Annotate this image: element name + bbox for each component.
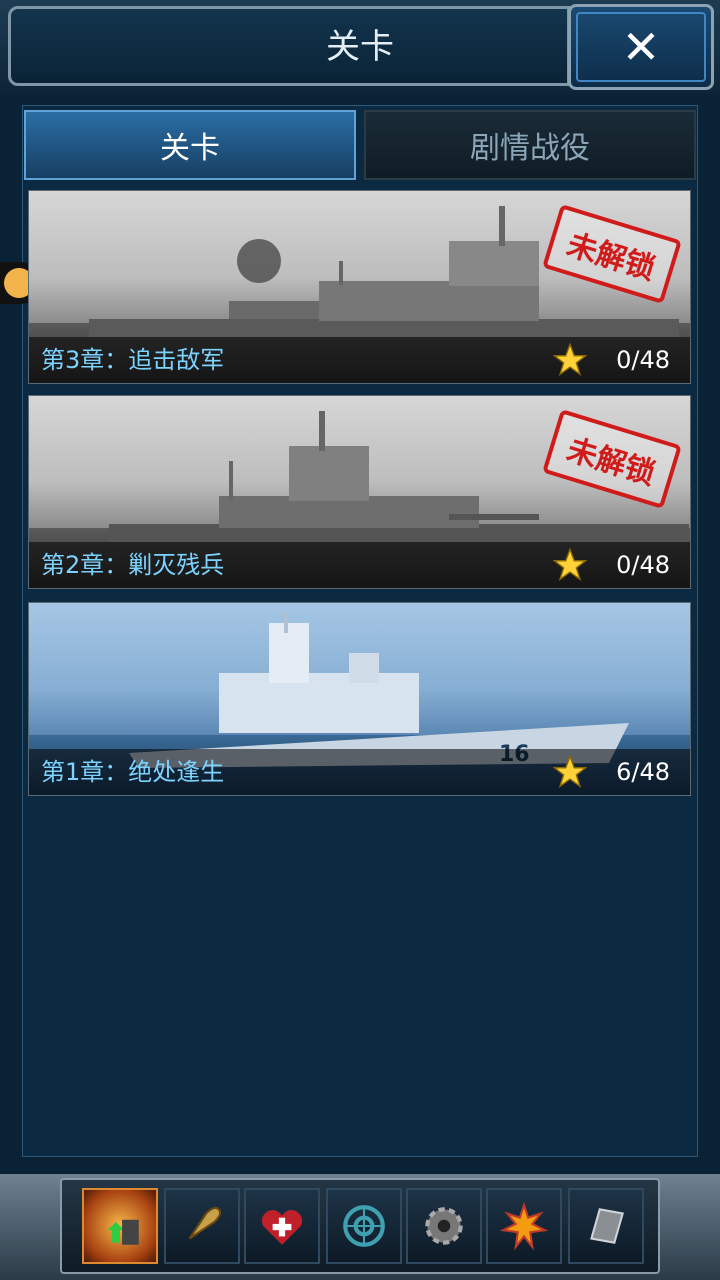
chapter-title: 第3章：追击敌军 <box>41 346 225 374</box>
radar-button[interactable] <box>326 1188 402 1264</box>
repair-button[interactable] <box>244 1188 320 1264</box>
tab-levels[interactable]: 关卡 <box>24 110 356 180</box>
tab-campaign[interactable]: 剧情战役 <box>364 110 696 180</box>
star-icon <box>553 548 587 581</box>
radar-icon <box>343 1205 385 1247</box>
chapter-card-1[interactable]: 16 第1章：绝处逢生 6/48 <box>28 602 691 796</box>
star-progress: 0/48 <box>616 551 670 579</box>
chapter-title: 第2章：剿灭残兵 <box>41 551 225 579</box>
repair-icon <box>261 1210 303 1245</box>
star-icon <box>553 343 587 376</box>
close-icon: ✕ <box>576 12 706 82</box>
star-icon <box>553 755 587 788</box>
close-button[interactable]: ✕ <box>568 4 714 90</box>
chapter-card-2[interactable]: 未解锁 第2章：剿灭残兵 0/48 <box>28 395 691 589</box>
battle-button[interactable] <box>486 1188 562 1264</box>
explosion-icon <box>499 1201 549 1251</box>
armor-icon <box>590 1208 624 1244</box>
star-progress: 6/48 <box>616 758 670 786</box>
chapter-card-3[interactable]: 未解锁 第3章：追击敌军 0/48 <box>28 190 691 384</box>
chapter-title: 第1章：绝处逢生 <box>41 758 225 786</box>
settings-button[interactable] <box>406 1188 482 1264</box>
upgrade-icon <box>107 1219 139 1245</box>
shell-icon <box>188 1206 222 1240</box>
star-progress: 0/48 <box>616 346 670 374</box>
upgrade-button[interactable] <box>82 1188 158 1264</box>
ammo-button[interactable] <box>164 1188 240 1264</box>
armor-button[interactable] <box>568 1188 644 1264</box>
gear-icon <box>425 1207 463 1245</box>
